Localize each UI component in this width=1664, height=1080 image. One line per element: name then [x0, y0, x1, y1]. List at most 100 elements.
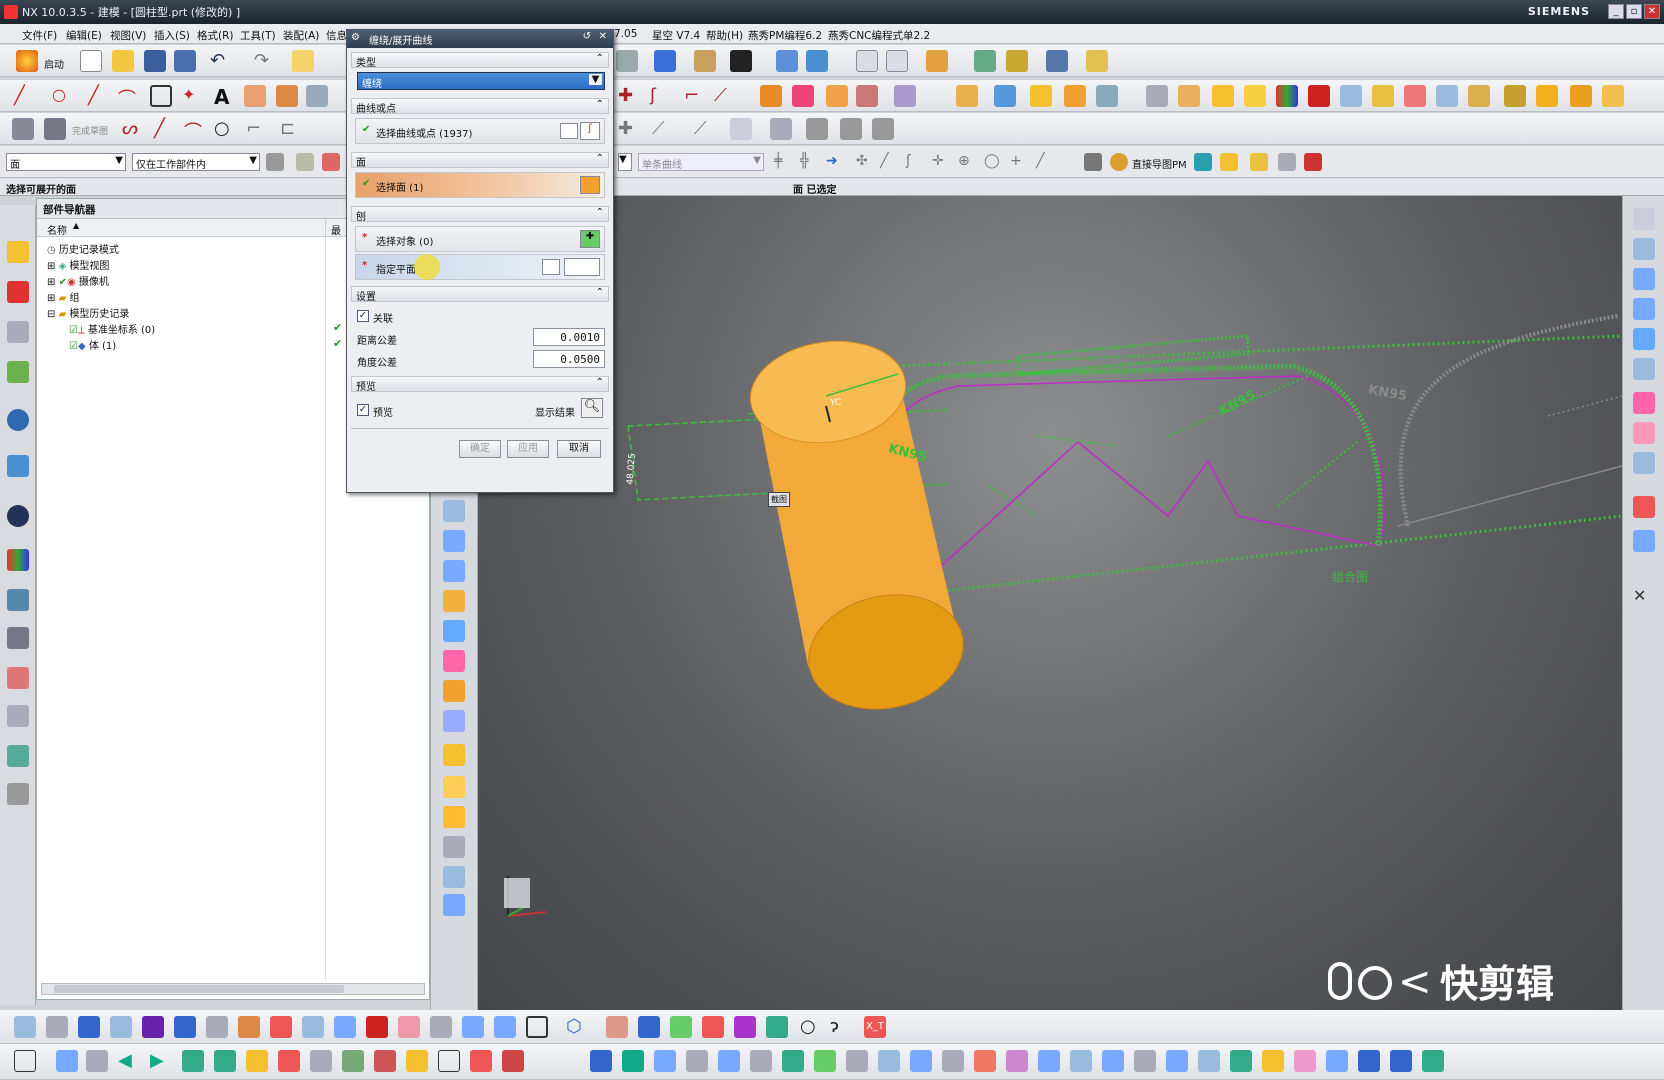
- datum-axis-icon[interactable]: [443, 530, 465, 552]
- pattern-face-icon[interactable]: [398, 1016, 420, 1038]
- system-scene-tab-icon[interactable]: [7, 667, 29, 689]
- snap-center-icon[interactable]: ⊕: [958, 153, 976, 171]
- measure-icon[interactable]: [1006, 50, 1028, 72]
- boolean-icon[interactable]: [826, 85, 848, 107]
- render-icon[interactable]: [616, 50, 638, 72]
- dialog-title-bar[interactable]: ⚙ 缠绕/展开曲线 ↺ ✕: [347, 30, 613, 48]
- mirror-icon[interactable]: [56, 1050, 78, 1072]
- tree-node-body[interactable]: ☑◆ 体 (1): [69, 337, 116, 352]
- snap-quadrant-icon[interactable]: ◯: [984, 153, 1002, 171]
- wave-icon[interactable]: [1166, 1050, 1188, 1072]
- menu-plugin-version[interactable]: 7.05: [614, 28, 637, 40]
- fillet-curve-icon[interactable]: ⌐: [684, 85, 706, 107]
- rectangle-icon[interactable]: [150, 85, 172, 107]
- tools-icon[interactable]: [1468, 85, 1490, 107]
- list-bottom-icon[interactable]: [1134, 1050, 1156, 1072]
- scroll-thumb[interactable]: [54, 985, 344, 993]
- distance-icon[interactable]: [1046, 50, 1068, 72]
- angle-tolerance-input[interactable]: 0.0500: [533, 350, 605, 368]
- specify-plane-row[interactable]: * 指定平面: [355, 254, 605, 280]
- associative-checkbox[interactable]: ✓: [357, 310, 369, 322]
- select-face-row[interactable]: ✔ 选择面 (1): [355, 172, 605, 198]
- plane-add-icon[interactable]: ✚: [580, 230, 600, 248]
- chamfer-icon[interactable]: [994, 85, 1016, 107]
- draft-icon[interactable]: [1064, 85, 1086, 107]
- orient-icon[interactable]: [776, 50, 798, 72]
- view-right-icon[interactable]: [1633, 268, 1655, 290]
- touch-icon[interactable]: [292, 50, 314, 72]
- menu-assembly[interactable]: 装配(A): [283, 28, 319, 43]
- trim-icon[interactable]: [306, 85, 328, 107]
- menu-info[interactable]: 信息: [326, 28, 347, 43]
- layer-settings-icon[interactable]: [886, 50, 908, 72]
- datum-plane-icon[interactable]: [443, 500, 465, 522]
- ok-button[interactable]: 确定: [459, 440, 501, 458]
- collapse-icon[interactable]: ⊟: [47, 309, 59, 320]
- flower-icon[interactable]: [1294, 1050, 1316, 1072]
- polyline-icon[interactable]: ╱: [88, 85, 110, 107]
- cylinder-icon[interactable]: [443, 620, 465, 642]
- block-icon[interactable]: [443, 590, 465, 612]
- frame-icon[interactable]: [14, 1050, 36, 1072]
- tools-bottom-icon[interactable]: [1006, 1050, 1028, 1072]
- split-body-icon[interactable]: [1244, 85, 1266, 107]
- tree-node-history[interactable]: ◷ 历史记录模式: [47, 241, 119, 256]
- open-folder-icon[interactable]: [112, 50, 134, 72]
- text-icon[interactable]: A: [214, 85, 236, 109]
- wcs-icon[interactable]: [926, 50, 948, 72]
- restore-button[interactable]: ▫: [1626, 4, 1642, 19]
- hexagon-icon[interactable]: ⬡: [566, 1016, 588, 1038]
- wrench-icon[interactable]: [1504, 85, 1526, 107]
- paint-icon[interactable]: [374, 1050, 396, 1072]
- section-tag[interactable]: 截图: [768, 492, 790, 507]
- reset-icon[interactable]: ↺: [583, 31, 591, 42]
- pad-icon[interactable]: [443, 806, 465, 828]
- apply-button[interactable]: 应用: [507, 440, 549, 458]
- save-as-icon[interactable]: [174, 50, 196, 72]
- material-icon[interactable]: [694, 50, 716, 72]
- pattern-icon[interactable]: [1096, 85, 1118, 107]
- copy-icon[interactable]: [46, 1016, 68, 1038]
- undo-icon[interactable]: ↶: [210, 50, 232, 72]
- cube-view-icon[interactable]: [1194, 153, 1212, 171]
- bulb-icon[interactable]: [1262, 1050, 1284, 1072]
- point-set-icon[interactable]: [1404, 85, 1426, 107]
- view-trimetric-icon[interactable]: [1633, 328, 1655, 350]
- section-face[interactable]: 面 ⌃: [351, 152, 609, 169]
- view-back-icon[interactable]: [1633, 358, 1655, 380]
- minimize-button[interactable]: _: [1608, 4, 1624, 19]
- wcs-orient-icon[interactable]: ✕: [1633, 586, 1655, 608]
- section-curves[interactable]: 曲线或点 ⌃: [351, 98, 609, 115]
- reuse-library-tab-icon[interactable]: [7, 361, 29, 383]
- preview-checkbox[interactable]: ✓: [357, 404, 369, 416]
- face-select-icon[interactable]: [580, 176, 600, 194]
- quick-extend-icon[interactable]: ⟋: [652, 118, 674, 140]
- show-result-icon[interactable]: 🔍︎: [581, 398, 603, 418]
- rect-outline-icon[interactable]: [438, 1050, 460, 1072]
- snap-on-curve-icon[interactable]: ╱: [1036, 153, 1054, 171]
- sketch-icon[interactable]: [12, 118, 34, 140]
- cube-blue-icon[interactable]: [142, 1016, 164, 1038]
- sketch-plane-icon[interactable]: [14, 1016, 36, 1038]
- scissors-icon[interactable]: [310, 1050, 332, 1072]
- select-object-row[interactable]: * 选择对象 (0) ✚: [355, 226, 605, 252]
- tree-node-model-views[interactable]: ⊞ ◈ 模型视图: [47, 257, 109, 272]
- checkbox-icon[interactable]: ☑: [69, 325, 78, 336]
- circle-icon[interactable]: ○: [214, 118, 236, 140]
- graphics-window[interactable]: 48.025 YC 截图 KN95 KN95 KN95 组合图: [478, 196, 1622, 1010]
- leaf-bottom-icon[interactable]: [1230, 1050, 1252, 1072]
- thread-icon[interactable]: [443, 894, 465, 916]
- start-icon[interactable]: [16, 50, 38, 72]
- dialog-close-icon[interactable]: ✕: [599, 31, 607, 42]
- section-settings[interactable]: 设置 ⌃: [351, 286, 609, 303]
- expand-icon[interactable]: ⊞: [47, 277, 59, 288]
- intersect-icon[interactable]: [894, 85, 916, 107]
- menu-edit[interactable]: 编辑(E): [66, 28, 102, 43]
- save-icon[interactable]: [144, 50, 166, 72]
- link-icon[interactable]: [206, 1016, 228, 1038]
- collapse-icon[interactable]: ⌃: [596, 287, 604, 298]
- expand-icon[interactable]: ⊞: [47, 293, 59, 304]
- scale-icon[interactable]: [86, 1050, 108, 1072]
- m-icon[interactable]: [638, 1016, 660, 1038]
- view-top-icon[interactable]: [1633, 238, 1655, 260]
